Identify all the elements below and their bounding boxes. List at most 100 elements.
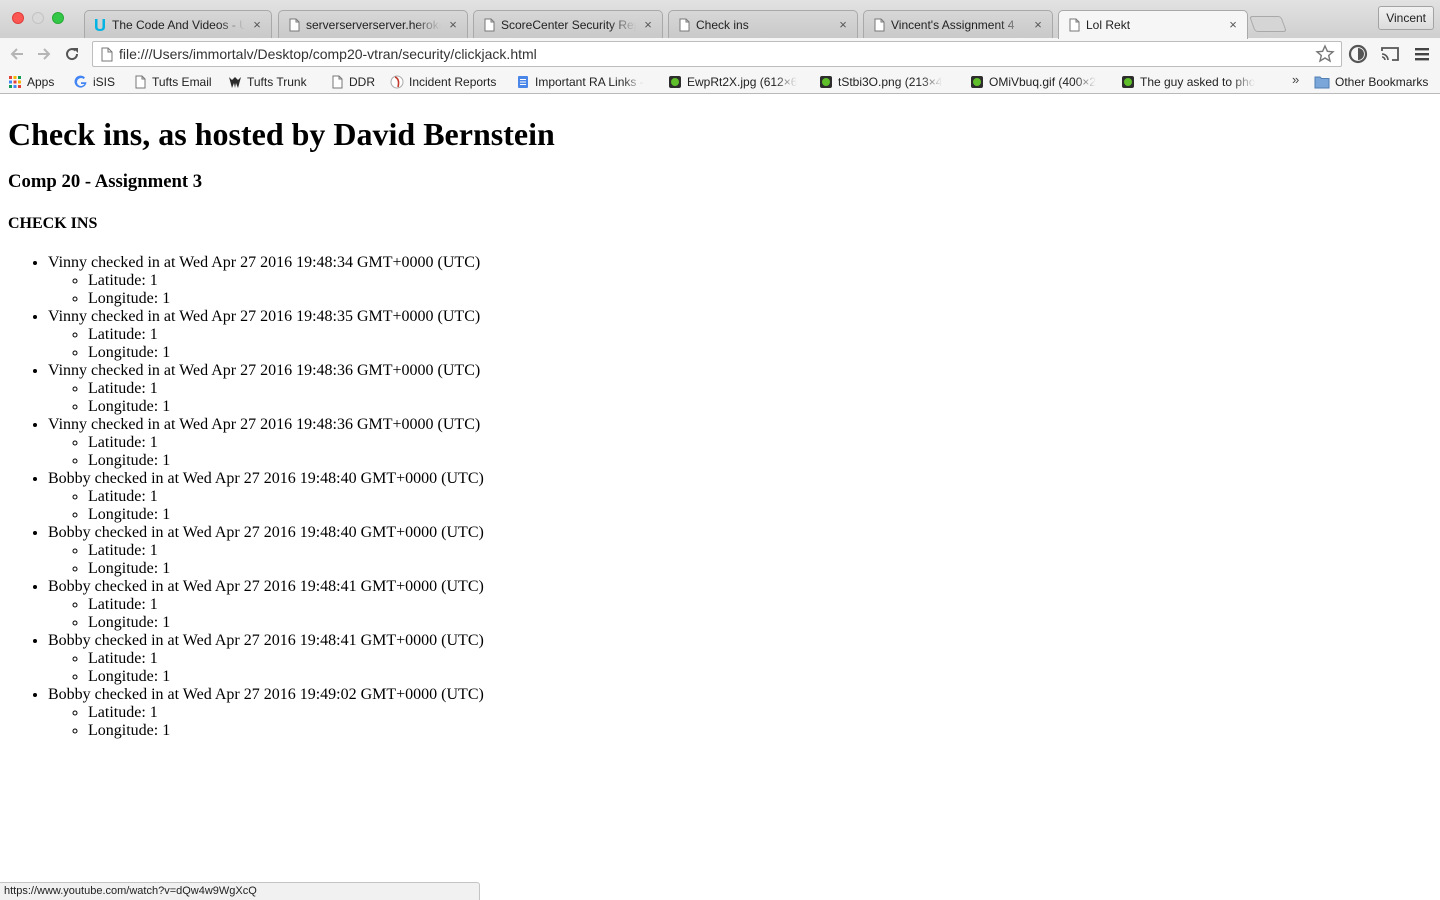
- bookmark-label: EwpRt2X.jpg (612×6: [687, 75, 798, 89]
- bookmark-important-ra-links[interactable]: Important RA Links -: [516, 73, 656, 91]
- apps-grid-icon: [9, 76, 21, 88]
- minimize-window-button[interactable]: [32, 12, 44, 24]
- tab-title: Vincent's Assignment 4: [891, 17, 1015, 32]
- tufts-trunk-icon: [229, 77, 241, 88]
- tab-heroku[interactable]: serverserverserver.herokua ×: [278, 10, 468, 38]
- cast-icon[interactable]: [1380, 44, 1400, 64]
- back-button[interactable]: [7, 44, 27, 64]
- checkin-text: Bobby checked in at Wed Apr 27 2016 19:4…: [48, 470, 484, 487]
- tab-title: Check ins: [696, 17, 749, 32]
- latitude-item: Latitude: 1: [88, 380, 1432, 398]
- coordinate-list: Latitude: 1 Longitude: 1: [48, 380, 1432, 416]
- checkin-text: Bobby checked in at Wed Apr 27 2016 19:4…: [48, 524, 484, 541]
- tab-title: Lol Rekt: [1086, 18, 1131, 32]
- checkin-text: Vinny checked in at Wed Apr 27 2016 19:4…: [48, 362, 481, 379]
- image-icon: [971, 76, 983, 88]
- image-icon: [669, 76, 681, 88]
- bookmark-the-guy-asked[interactable]: The guy asked to pho: [1121, 73, 1261, 91]
- coordinate-list: Latitude: 1 Longitude: 1: [48, 326, 1432, 362]
- longitude-item: Longitude: 1: [88, 290, 1432, 308]
- docs-icon: [518, 76, 528, 88]
- longitude-item: Longitude: 1: [88, 668, 1432, 686]
- bookmark-incident-reports[interactable]: Incident Reports: [390, 73, 496, 91]
- bookmark-tufts-trunk[interactable]: Tufts Trunk: [228, 73, 307, 91]
- close-window-button[interactable]: [12, 12, 24, 24]
- bookmark-omivbuq[interactable]: OMiVbuq.gif (400×2: [970, 73, 1108, 91]
- tab-assignment-4[interactable]: Vincent's Assignment 4 ×: [863, 10, 1053, 38]
- bookmark-other-bookmarks[interactable]: Other Bookmarks: [1314, 73, 1428, 91]
- bookmark-label: Important RA Links -: [535, 75, 644, 89]
- tab-title: ScoreCenter Security Repo: [501, 17, 636, 32]
- bookmark-tstbi3o[interactable]: tStbi3O.png (213×4: [819, 73, 957, 91]
- page-title: Check ins, as hosted by David Bernstein: [8, 116, 555, 152]
- forward-button[interactable]: [34, 44, 54, 64]
- back-arrow-icon: [10, 48, 23, 60]
- address-bar[interactable]: file:///Users/immortalv/Desktop/comp20-v…: [92, 41, 1342, 67]
- checkin-text: Vinny checked in at Wed Apr 27 2016 19:4…: [48, 416, 481, 433]
- browser-toolbar: file:///Users/immortalv/Desktop/comp20-v…: [0, 38, 1440, 70]
- bookmark-star-icon[interactable]: [1315, 44, 1335, 64]
- page-icon: [1069, 18, 1080, 32]
- checkin-text: Bobby checked in at Wed Apr 27 2016 19:4…: [48, 632, 484, 649]
- latitude-item: Latitude: 1: [88, 272, 1432, 290]
- page-icon: [874, 18, 885, 31]
- image-icon: [1122, 76, 1134, 88]
- bookmarks-bar: Apps iSIS Tufts Email Tufts Trunk DDR In…: [0, 70, 1440, 94]
- page-icon: [101, 47, 113, 62]
- bookmark-label: Apps: [27, 75, 55, 89]
- close-tab-icon[interactable]: ×: [1032, 18, 1044, 31]
- coordinate-list: Latitude: 1 Longitude: 1: [48, 650, 1432, 686]
- coordinate-list: Latitude: 1 Longitude: 1: [48, 542, 1432, 578]
- bookmark-label: DDR: [349, 75, 375, 89]
- checkin-text: Bobby checked in at Wed Apr 27 2016 19:4…: [48, 578, 484, 595]
- tab-title: The Code And Videos - Uda: [112, 17, 245, 32]
- tab-lol-rekt[interactable]: Lol Rekt ×: [1058, 10, 1248, 39]
- coordinate-list: Latitude: 1 Longitude: 1: [48, 488, 1432, 524]
- new-tab-button[interactable]: [1249, 16, 1287, 32]
- latitude-item: Latitude: 1: [88, 434, 1432, 452]
- reload-button[interactable]: [62, 44, 82, 64]
- fullscreen-window-button[interactable]: [52, 12, 64, 24]
- bookmark-label: Incident Reports: [409, 75, 497, 89]
- checkin-item: Bobby checked in at Wed Apr 27 2016 19:4…: [48, 524, 1432, 578]
- bookmark-label: tStbi3O.png (213×4: [838, 75, 943, 89]
- close-tab-icon[interactable]: ×: [447, 18, 459, 31]
- checkin-item: Bobby checked in at Wed Apr 27 2016 19:4…: [48, 470, 1432, 524]
- longitude-item: Longitude: 1: [88, 398, 1432, 416]
- page-subtitle: Comp 20 - Assignment 3: [8, 171, 203, 192]
- coordinate-list: Latitude: 1 Longitude: 1: [48, 596, 1432, 632]
- bookmark-ddr[interactable]: DDR: [330, 73, 375, 91]
- bookmark-ewprt2x[interactable]: EwpRt2X.jpg (612×6: [668, 73, 806, 91]
- url-text[interactable]: file:///Users/immortalv/Desktop/comp20-v…: [119, 46, 537, 62]
- close-tab-icon[interactable]: ×: [642, 18, 654, 31]
- bookmark-apps[interactable]: Apps: [8, 73, 54, 91]
- close-tab-icon[interactable]: ×: [1227, 18, 1239, 31]
- latitude-item: Latitude: 1: [88, 650, 1432, 668]
- latitude-item: Latitude: 1: [88, 596, 1432, 614]
- close-tab-icon[interactable]: ×: [837, 18, 849, 31]
- close-tab-icon[interactable]: ×: [251, 18, 263, 31]
- checkin-item: Vinny checked in at Wed Apr 27 2016 19:4…: [48, 362, 1432, 416]
- extension-shield-icon[interactable]: [1348, 44, 1368, 64]
- profile-button[interactable]: Vincent: [1378, 6, 1434, 30]
- incident-icon: [390, 75, 404, 89]
- bookmark-tufts-email[interactable]: Tufts Email: [133, 73, 212, 91]
- coordinate-list: Latitude: 1 Longitude: 1: [48, 272, 1432, 308]
- menu-icon[interactable]: [1412, 44, 1432, 64]
- checkin-text: Bobby checked in at Wed Apr 27 2016 19:4…: [48, 686, 484, 703]
- tab-title: serverserverserver.herokua: [306, 17, 441, 32]
- checkin-item: Bobby checked in at Wed Apr 27 2016 19:4…: [48, 686, 1432, 740]
- checkin-item: Bobby checked in at Wed Apr 27 2016 19:4…: [48, 578, 1432, 632]
- bookmarks-overflow-button[interactable]: »: [1292, 72, 1299, 87]
- page-icon: [289, 18, 300, 31]
- tab-check-ins[interactable]: Check ins ×: [668, 10, 858, 38]
- tab-scorecenter[interactable]: ScoreCenter Security Repo ×: [473, 10, 663, 38]
- image-icon: [820, 76, 832, 88]
- page-content: Check ins, as hosted by David Bernstein …: [0, 95, 1440, 900]
- tab-udacity[interactable]: The Code And Videos - Uda ×: [84, 10, 272, 38]
- latitude-item: Latitude: 1: [88, 488, 1432, 506]
- longitude-item: Longitude: 1: [88, 560, 1432, 578]
- section-heading: CHECK INS: [8, 215, 98, 232]
- checkin-item: Bobby checked in at Wed Apr 27 2016 19:4…: [48, 632, 1432, 686]
- bookmark-isis[interactable]: iSIS: [74, 73, 115, 91]
